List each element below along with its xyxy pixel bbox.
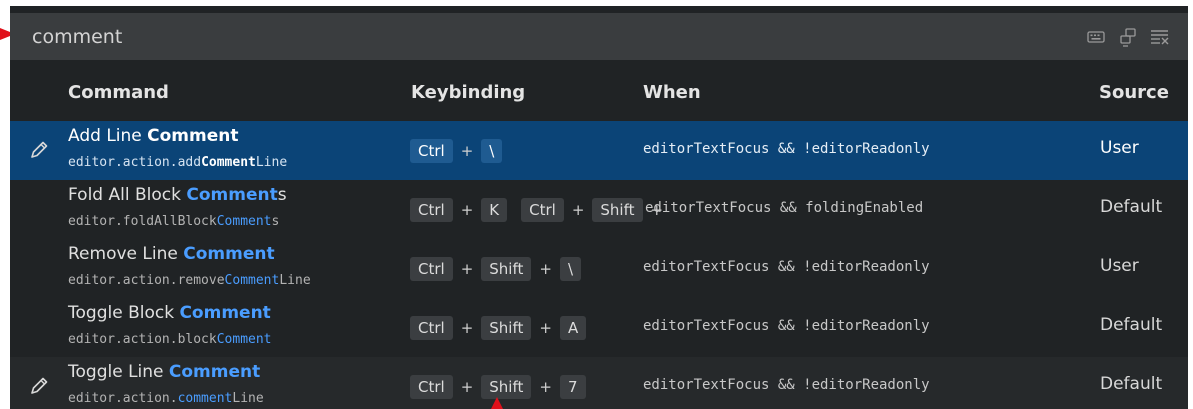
command-title: Add Line Comment	[68, 126, 239, 146]
table-row[interactable]: Toggle Block Comment editor.action.blockC…	[10, 298, 1188, 357]
when-clause: editorTextFocus && !editorReadonly	[643, 318, 930, 334]
header-when[interactable]: When	[643, 82, 701, 103]
command-title-match: Comment	[147, 126, 239, 146]
command-id: editor.action.commentLine	[68, 391, 264, 406]
command-id-suffix: Line	[232, 391, 264, 406]
command-id-suffix: Line	[279, 273, 311, 288]
keybinding-cell[interactable]: Ctrl + K Ctrl + Shift +	[410, 198, 671, 222]
keybinding-cell[interactable]: Ctrl + Shift +7	[410, 375, 586, 399]
command-title: Remove Line Comment	[68, 244, 275, 264]
annotation-arrow-up	[491, 397, 503, 409]
source-label: Default	[1100, 374, 1163, 394]
table-row[interactable]: Add Line Comment editor.action.addComment…	[10, 121, 1188, 180]
command-id-match: Comment	[216, 332, 272, 347]
command-title-text: Toggle Line	[68, 362, 169, 382]
source-label: User	[1100, 256, 1139, 276]
search-tools	[1086, 27, 1188, 47]
command-id: editor.action.addCommentLine	[68, 155, 287, 170]
command-id-match: Comment	[216, 214, 272, 229]
source-label: Default	[1100, 197, 1163, 217]
keybinding-cell[interactable]: Ctrl + Shift + \	[410, 257, 582, 281]
when-clause: editorTextFocus && !editorReadonly	[643, 377, 930, 393]
key-separator: +	[460, 201, 474, 219]
when-clause: editorTextFocus && !editorReadonly	[643, 141, 930, 157]
command-id-text: editor.action.remove	[68, 273, 225, 288]
edit-icon[interactable]	[28, 139, 50, 161]
key-label: 7	[559, 375, 586, 399]
key-label: Shift	[592, 198, 643, 222]
key-separator: +	[460, 378, 474, 396]
command-id: editor.foldAllBlockComments	[68, 214, 279, 229]
command-id-match: Comment	[201, 155, 256, 170]
edit-icon[interactable]	[28, 375, 50, 397]
command-title-suffix: s	[277, 185, 287, 205]
command-id-text: editor.action.block	[68, 332, 217, 347]
keyboard-icon[interactable]	[1086, 27, 1106, 47]
key-label: Ctrl	[410, 375, 453, 399]
command-title-text: Toggle Block	[68, 303, 180, 323]
command-id-text: editor.action.	[68, 391, 178, 406]
table-header: Command Keybinding When Source	[10, 72, 1188, 116]
key-label: Ctrl	[410, 198, 453, 222]
key-separator: +	[571, 201, 585, 219]
key-separator: +	[460, 142, 474, 160]
command-title-text: Fold All Block	[68, 185, 187, 205]
command-title: Fold All Block Comments	[68, 185, 287, 205]
command-title: Toggle Line Comment	[68, 362, 260, 382]
command-title-match: Comment	[183, 244, 275, 264]
keybindings-editor: Command Keybinding When Source Add Line …	[10, 6, 1188, 409]
table-row[interactable]: Toggle Line Comment editor.action.comment…	[10, 357, 1188, 409]
command-id-match: comment	[177, 391, 233, 406]
key-separator: +	[460, 319, 474, 337]
command-id-text: editor.action.add	[68, 155, 202, 170]
key-separator: +	[539, 378, 552, 396]
keybinding-cell[interactable]: Ctrl + \	[410, 139, 503, 163]
command-title-match: Comment	[179, 303, 271, 323]
command-id-suffix: s	[271, 214, 280, 229]
table-row[interactable]: Remove Line Comment editor.action.removeC…	[10, 239, 1188, 298]
key-label: Shift	[481, 316, 532, 340]
key-label: Ctrl	[410, 257, 453, 281]
command-title: Toggle Block Comment	[68, 303, 271, 323]
key-label: Ctrl	[410, 139, 453, 163]
command-id-text: editor.foldAllBlock	[68, 214, 217, 229]
command-id-match: Comment	[224, 273, 280, 288]
key-separator: +	[539, 260, 552, 278]
key-label: Shift	[481, 257, 532, 281]
command-id: editor.action.removeCommentLine	[68, 273, 311, 288]
search-input[interactable]	[10, 12, 1086, 61]
search-bar	[10, 12, 1188, 61]
header-keybinding[interactable]: Keybinding	[411, 82, 525, 103]
command-title-text: Remove Line	[68, 244, 184, 264]
key-separator: +	[539, 319, 552, 337]
key-label: \	[481, 139, 503, 163]
sort-by-precedence-icon[interactable]	[1118, 27, 1138, 47]
key-separator: +	[460, 260, 474, 278]
clear-filter-icon[interactable]	[1150, 27, 1170, 47]
key-label: \	[559, 257, 582, 281]
command-title-text: Add Line	[68, 126, 148, 146]
header-command[interactable]: Command	[68, 82, 169, 103]
key-label: Ctrl	[410, 316, 453, 340]
when-clause: editorTextFocus && foldingEnabled	[645, 200, 924, 216]
when-clause: editorTextFocus && !editorReadonly	[643, 259, 930, 275]
source-label: User	[1100, 138, 1139, 158]
source-label: Default	[1100, 315, 1163, 335]
command-title-match: Comment	[168, 362, 261, 382]
key-label: K	[481, 198, 508, 222]
header-source[interactable]: Source	[1099, 82, 1169, 103]
keybindings-table: Add Line Comment editor.action.addComment…	[10, 121, 1188, 409]
command-id: editor.action.blockComment	[68, 332, 272, 347]
table-row[interactable]: Fold All Block Comments editor.foldAllBlo…	[10, 180, 1188, 239]
key-label: Shift	[481, 375, 532, 399]
key-label: Ctrl	[521, 198, 564, 222]
keybinding-cell[interactable]: Ctrl + Shift + A	[410, 316, 587, 340]
command-id-suffix: Line	[255, 155, 288, 170]
key-label: A	[559, 316, 587, 340]
command-title-match: Comment	[186, 185, 278, 205]
